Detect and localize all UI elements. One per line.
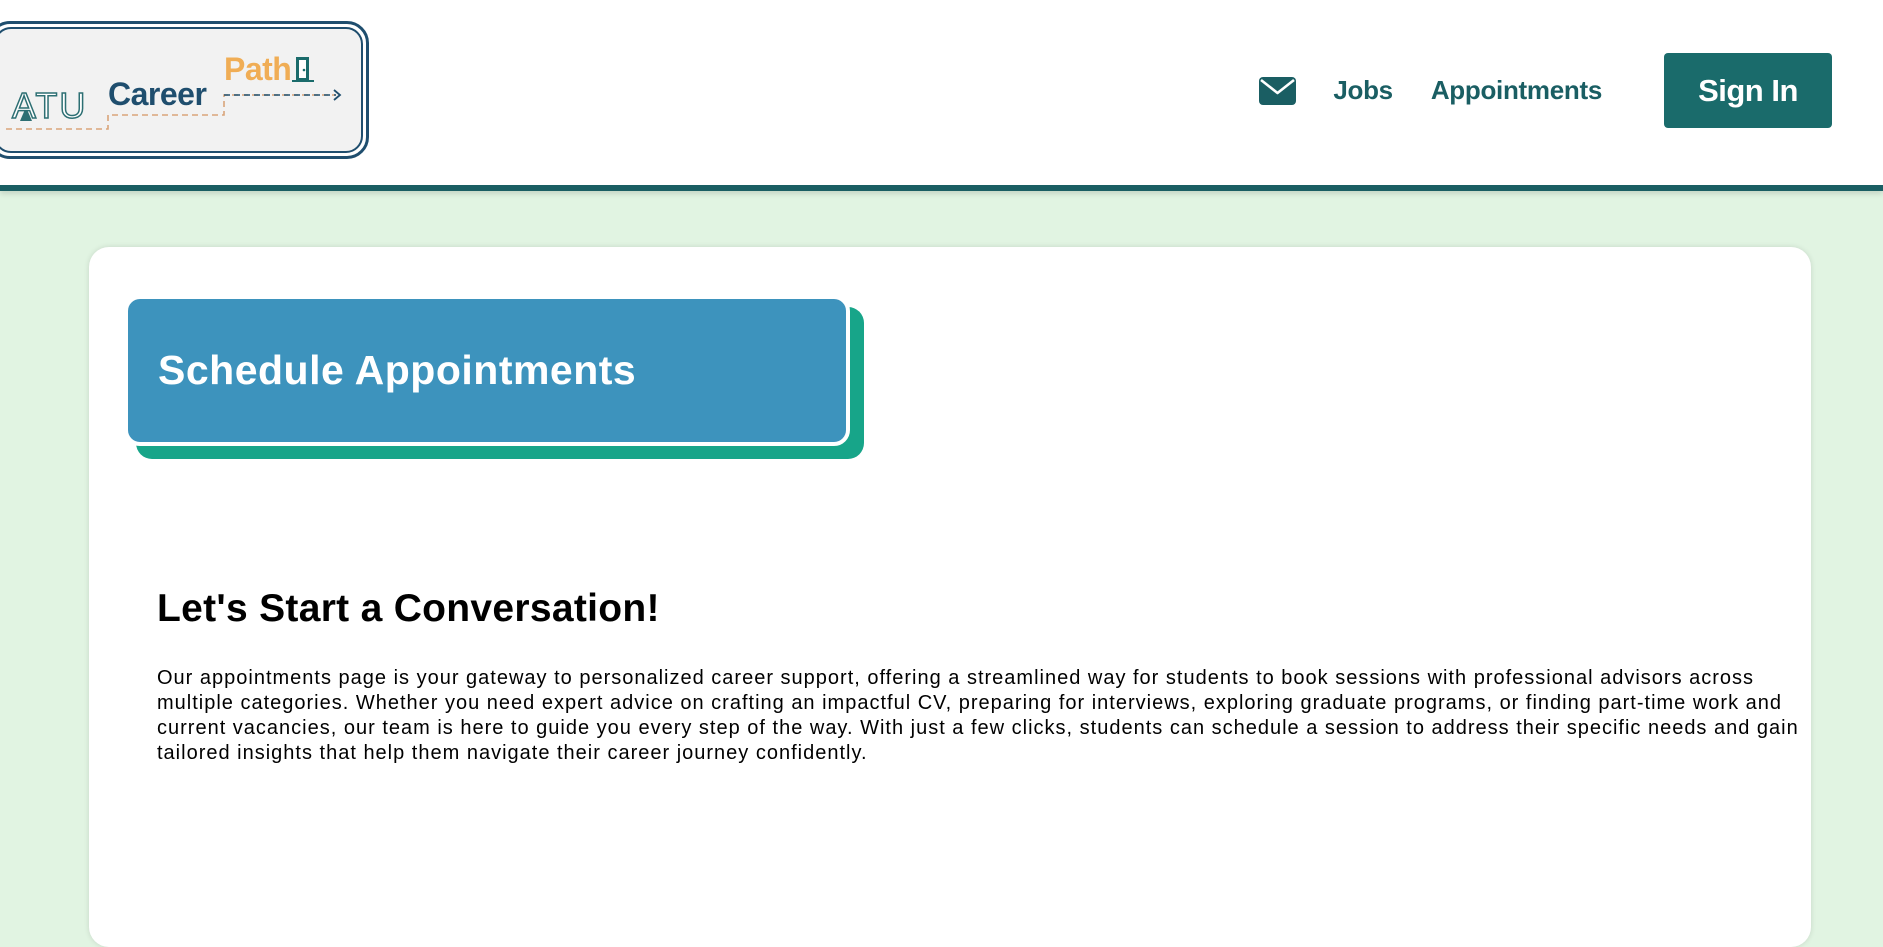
envelope-icon[interactable] xyxy=(1259,76,1297,105)
logo-career-text: Career xyxy=(108,76,207,112)
atu-career-path-logo[interactable]: ATU Career Path xyxy=(0,21,369,159)
nav-link-appointments[interactable]: Appointments xyxy=(1431,75,1602,106)
page-title-banner: Schedule Appointments xyxy=(124,295,864,462)
sign-in-button[interactable]: Sign In xyxy=(1664,53,1832,128)
appointments-card: Schedule Appointments Let's Start a Conv… xyxy=(89,247,1811,947)
section-heading: Let's Start a Conversation! xyxy=(157,587,660,630)
page-title: Schedule Appointments xyxy=(158,347,637,393)
title-banner-box: Schedule Appointments xyxy=(124,295,850,446)
main-nav: Jobs Appointments Sign In xyxy=(1259,53,1832,128)
logo-atu-text: ATU xyxy=(11,84,88,127)
nav-link-jobs[interactable]: Jobs xyxy=(1333,75,1393,106)
logo-frame: ATU Career Path xyxy=(0,27,363,153)
logo-path-text: Path xyxy=(224,51,292,87)
section-description: Our appointments page is your gateway to… xyxy=(157,667,1799,764)
site-header: ATU Career Path Jobs Appointments Sign I… xyxy=(0,0,1883,191)
